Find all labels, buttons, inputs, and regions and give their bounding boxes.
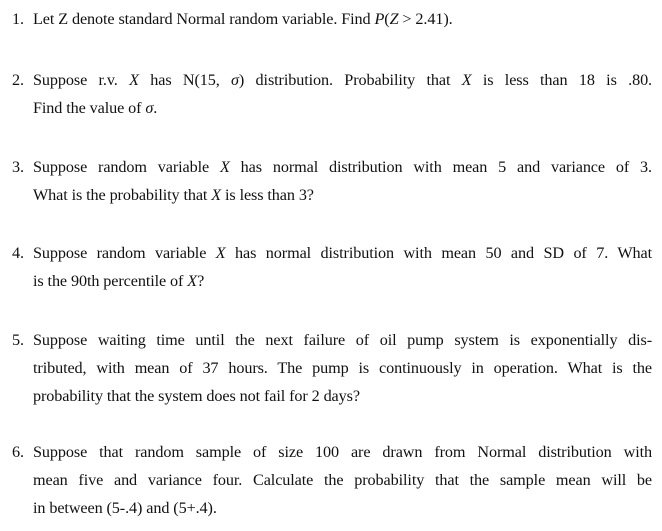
problem-number: 3. xyxy=(12,158,24,176)
math-variable: X xyxy=(461,71,472,89)
math-variable: P xyxy=(374,10,385,28)
problem-line: Suppose r.v. X has N(15, σ) distribution… xyxy=(33,71,653,89)
problem-line: mean five and variance four. Calculate t… xyxy=(33,471,652,489)
problem-text: Suppose waiting time until the next fail… xyxy=(33,326,652,410)
problem-line: is the 90th percentile of X? xyxy=(33,272,205,290)
problem-6: 6. Suppose that random sample of size 10… xyxy=(12,438,652,522)
problem-text: Suppose random variable X has normal dis… xyxy=(33,153,652,209)
problem-line: tributed, with mean of 37 hours. The pum… xyxy=(33,359,652,377)
problem-text: Suppose random variable X has normal dis… xyxy=(33,239,652,295)
math-variable: X xyxy=(211,186,222,204)
problem-text: Suppose that random sample of size 100 a… xyxy=(33,438,652,522)
problem-line: Suppose random variable X has normal dis… xyxy=(33,158,652,176)
problem-line: Let Z denote standard Normal random vari… xyxy=(33,10,453,28)
math-variable: X xyxy=(129,71,139,89)
problem-line: Find the value of σ. xyxy=(33,99,158,117)
math-variable: X xyxy=(187,272,198,290)
problem-2: 2. Suppose r.v. X has N(15, σ) distribut… xyxy=(12,66,652,122)
problem-number: 4. xyxy=(12,244,24,262)
problem-3: 3. Suppose random variable X has normal … xyxy=(12,153,652,209)
problem-number: 2. xyxy=(12,71,24,89)
problem-text: Suppose r.v. X has N(15, σ) distribution… xyxy=(33,66,652,122)
math-variable: σ xyxy=(231,71,239,89)
problem-text: Let Z denote standard Normal random vari… xyxy=(33,5,652,33)
problem-1: 1. Let Z denote standard Normal random v… xyxy=(12,5,652,33)
problem-line: Suppose that random sample of size 100 a… xyxy=(33,443,652,461)
problem-5: 5. Suppose waiting time until the next f… xyxy=(12,326,652,410)
problem-4: 4. Suppose random variable X has normal … xyxy=(12,239,652,295)
problem-line: What is the probability that X is less t… xyxy=(33,186,314,204)
problem-number: 6. xyxy=(12,443,24,461)
problem-line: Suppose waiting time until the next fail… xyxy=(33,331,652,349)
problem-number: 1. xyxy=(12,10,24,28)
problem-set-document: 1. Let Z denote standard Normal random v… xyxy=(0,0,662,531)
problem-line: in between (5-.4) and (5+.4). xyxy=(33,499,217,517)
problem-number: 5. xyxy=(12,331,24,349)
math-variable: X xyxy=(220,158,230,176)
problem-line: probability that the system does not fai… xyxy=(33,387,360,405)
problem-line: Suppose random variable X has normal dis… xyxy=(33,244,652,262)
math-variable: X xyxy=(215,244,226,262)
